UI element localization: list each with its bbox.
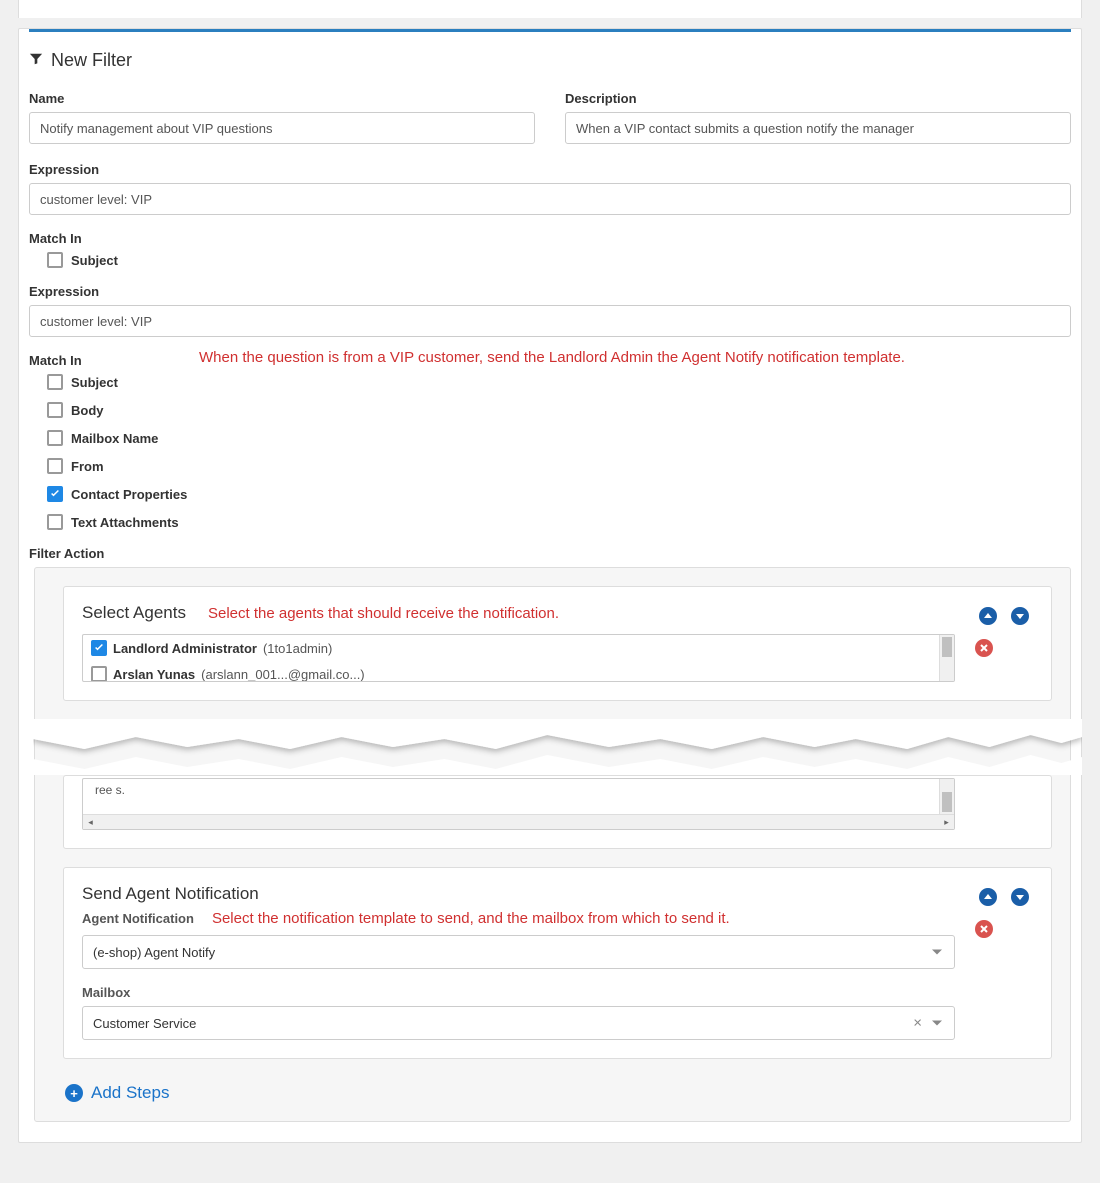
annotation-send-notification: Select the notification template to send…: [212, 908, 730, 929]
clear-icon[interactable]: ×: [913, 1015, 922, 1032]
fragment-row: ree s.: [83, 779, 954, 801]
top-rule: [29, 29, 1071, 32]
expression-1-label: Expression: [29, 162, 1071, 177]
remove-button[interactable]: [975, 639, 993, 657]
torn-paper-break: [33, 719, 1082, 775]
expression-2-input[interactable]: [29, 305, 1071, 337]
form-header: New Filter: [29, 50, 1071, 71]
match-in-2-from-label: From: [71, 459, 104, 474]
chevron-down-icon: [932, 1021, 942, 1026]
list-item: Landlord Administrator (1to1admin): [83, 635, 954, 661]
agents-panel-continued: ree s. ◂ ▸: [63, 775, 1052, 849]
add-steps-button[interactable]: + Add Steps: [65, 1083, 169, 1103]
select-agents-panel: Select Agents Select the agents that sho…: [63, 586, 1052, 701]
mailbox-value: Customer Service: [93, 1016, 196, 1031]
match-in-1-subject-label: Subject: [71, 253, 118, 268]
agent-1-checkbox[interactable]: [91, 666, 107, 682]
agent-notification-value: (e-shop) Agent Notify: [93, 945, 215, 960]
annotation-main: When the question is from a VIP customer…: [199, 347, 905, 368]
match-in-2-text-attach-label: Text Attachments: [71, 515, 179, 530]
agents-listbox-continued[interactable]: ree s. ◂ ▸: [82, 778, 955, 830]
chevron-down-icon: [932, 950, 942, 955]
scroll-left-icon[interactable]: ◂: [83, 815, 98, 830]
add-steps-label: Add Steps: [91, 1083, 169, 1103]
agents-listbox[interactable]: Landlord Administrator (1to1admin) Arsla…: [82, 634, 955, 682]
agent-0-paren: (1to1admin): [263, 641, 332, 656]
match-in-2-from-checkbox[interactable]: [47, 458, 63, 474]
filter-icon: [29, 52, 43, 69]
move-down-button[interactable]: [1011, 888, 1029, 906]
match-in-2-body-label: Body: [71, 403, 104, 418]
scroll-right-icon[interactable]: ▸: [939, 815, 954, 830]
agents-scrollbar-vertical[interactable]: [939, 635, 954, 681]
name-input[interactable]: [29, 112, 535, 144]
scrollbar-thumb[interactable]: [942, 792, 952, 812]
agents-scrollbar-vertical-2[interactable]: [939, 779, 954, 814]
select-agents-title: Select Agents: [82, 603, 186, 623]
agent-notification-dropdown[interactable]: (e-shop) Agent Notify: [82, 935, 955, 969]
form-title: New Filter: [51, 50, 132, 71]
filter-form-container: New Filter Name Description Expression M…: [18, 28, 1082, 1143]
filter-action-label: Filter Action: [29, 546, 1071, 561]
match-in-2-mailbox-checkbox[interactable]: [47, 430, 63, 446]
match-in-1-label: Match In: [29, 231, 1071, 246]
plus-icon: +: [65, 1084, 83, 1102]
annotation-select-agents: Select the agents that should receive th…: [208, 603, 559, 624]
agent-1-paren: (arslann_001...@gmail.co...): [201, 667, 365, 682]
top-spacer: [18, 0, 1082, 18]
move-up-button[interactable]: [979, 888, 997, 906]
match-in-2-text-attach-checkbox[interactable]: [47, 514, 63, 530]
expression-1-input[interactable]: [29, 183, 1071, 215]
send-notification-panel: Send Agent Notification Agent Notificati…: [63, 867, 1052, 1059]
agents-scrollbar-horizontal[interactable]: ◂ ▸: [83, 814, 954, 829]
description-label: Description: [565, 91, 1071, 106]
expression-2-label: Expression: [29, 284, 1071, 299]
agent-notification-label: Agent Notification: [82, 911, 194, 926]
mailbox-label: Mailbox: [82, 985, 955, 1000]
scrollbar-thumb[interactable]: [942, 637, 952, 657]
agent-0-checkbox[interactable]: [91, 640, 107, 656]
send-notification-title: Send Agent Notification: [82, 884, 259, 904]
match-in-2-subject-label: Subject: [71, 375, 118, 390]
match-in-2-contact-props-label: Contact Properties: [71, 487, 187, 502]
match-in-2-contact-props-checkbox[interactable]: [47, 486, 63, 502]
name-label: Name: [29, 91, 535, 106]
mailbox-dropdown[interactable]: Customer Service ×: [82, 1006, 955, 1040]
list-item: Arslan Yunas (arslann_001...@gmail.co...…: [83, 661, 954, 682]
remove-button[interactable]: [975, 920, 993, 938]
match-in-2-body-checkbox[interactable]: [47, 402, 63, 418]
agent-1-name: Arslan Yunas: [113, 667, 195, 682]
agent-0-name: Landlord Administrator: [113, 641, 257, 656]
move-down-button[interactable]: [1011, 607, 1029, 625]
match-in-2-mailbox-label: Mailbox Name: [71, 431, 158, 446]
filter-action-container: Select Agents Select the agents that sho…: [34, 567, 1071, 1122]
match-in-1-subject-checkbox[interactable]: [47, 252, 63, 268]
match-in-2-subject-checkbox[interactable]: [47, 374, 63, 390]
description-input[interactable]: [565, 112, 1071, 144]
move-up-button[interactable]: [979, 607, 997, 625]
